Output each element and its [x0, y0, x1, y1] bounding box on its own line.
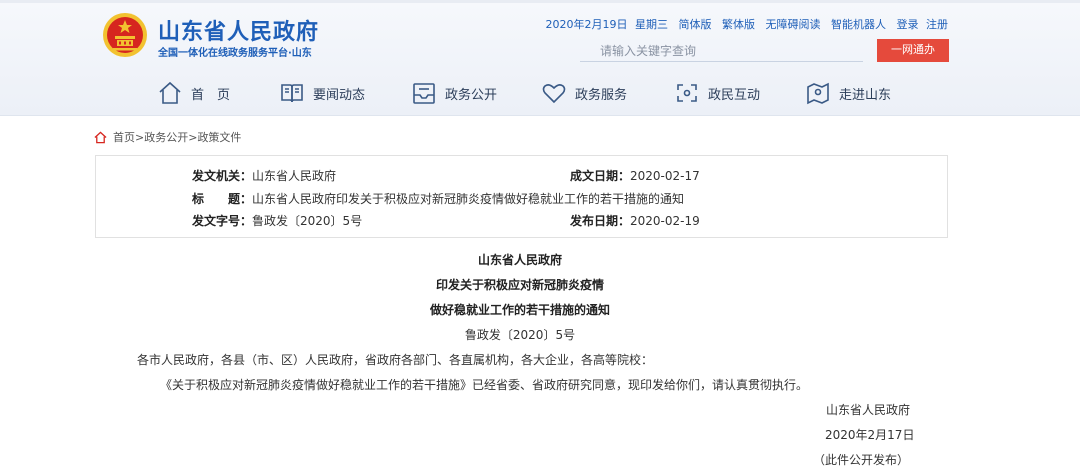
login-link[interactable]: 登录 — [897, 18, 919, 31]
date-made-value: 2020-02-17 — [630, 169, 700, 183]
home-icon — [94, 131, 107, 143]
nav-shandong-label: 走进山东 — [839, 87, 892, 103]
doc-number: 鲁政发〔2020〕5号 — [464, 328, 576, 342]
nav-gov-services-label: 政务服务 — [575, 87, 628, 103]
robot-link[interactable]: 智能机器人 — [831, 18, 886, 31]
issuer-value: 山东省人民政府 — [252, 169, 337, 183]
nav-news-label: 要闻动态 — [313, 87, 366, 103]
main-nav: 首 页 要闻动态 政务公开 政务服务 政民互动 走进山东 — [0, 76, 1080, 110]
issuer-row: 发文机关：山东省人民政府 — [192, 167, 336, 184]
top-links: 2020年2月19日 星期三 简体版 繁体版 无障碍阅读 智能机器人 登录 注册 — [542, 16, 949, 32]
site-title[interactable]: 山东省人民政府 — [158, 14, 319, 46]
title-value: 山东省人民政府印发关于积极应对新冠肺炎疫情做好稳就业工作的若干措施的通知 — [252, 192, 685, 206]
nav-gov-affairs[interactable]: 政务公开 — [411, 76, 497, 110]
accessibility-link[interactable]: 无障碍阅读 — [766, 18, 821, 31]
pub-date-label: 发布日期： — [570, 214, 631, 228]
interaction-icon — [677, 84, 697, 102]
inbox-icon — [413, 83, 435, 104]
nav-shandong[interactable]: 走进山东 — [805, 76, 891, 110]
simplified-link[interactable]: 简体版 — [679, 18, 712, 31]
heart-icon — [542, 84, 566, 104]
breadcrumb-home[interactable]: 首页 — [113, 129, 135, 145]
nav-home-label: 首 页 — [191, 87, 231, 103]
search-input[interactable] — [580, 40, 863, 62]
register-link[interactable]: 注册 — [926, 18, 948, 31]
nav-interaction-label: 政民互动 — [708, 87, 761, 103]
doc-heading-line1: 印发关于积极应对新冠肺炎疫情 — [435, 278, 604, 292]
pub-date-row: 发布日期：2020-02-19 — [570, 212, 700, 229]
nav-home[interactable]: 首 页 — [157, 76, 230, 110]
document-meta-box: 发文机关：山东省人民政府 成文日期：2020-02-17 标 题：山东省人民政府… — [95, 155, 948, 238]
nav-gov-affairs-label: 政务公开 — [445, 87, 498, 103]
national-emblem-icon — [103, 13, 147, 57]
doc-no-value: 鲁政发〔2020〕5号 — [252, 214, 363, 228]
nav-interaction[interactable]: 政民互动 — [674, 76, 760, 110]
doc-signature: 山东省人民政府 — [826, 403, 911, 417]
breadcrumb-policy-docs[interactable]: 政策文件 — [197, 129, 241, 145]
doc-heading-issuer: 山东省人民政府 — [477, 253, 562, 267]
doc-publish-note: （此件公开发布） — [813, 453, 910, 467]
doc-heading-line2: 做好稳就业工作的若干措施的通知 — [429, 303, 610, 317]
title-row: 标 题：山东省人民政府印发关于积极应对新冠肺炎疫情做好稳就业工作的若干措施的通知 — [192, 190, 684, 207]
nav-gov-services[interactable]: 政务服务 — [541, 76, 627, 110]
date-made-label: 成文日期： — [570, 169, 631, 183]
nav-news[interactable]: 要闻动态 — [279, 76, 365, 110]
breadcrumb-gov-affairs[interactable]: 政务公开 — [144, 129, 188, 145]
pub-date-value: 2020-02-19 — [630, 214, 700, 228]
map-pin-icon — [807, 82, 829, 105]
doc-recipients: 各市人民政府，各县（市、区）人民政府，省政府各部门、各直属机构，各大企业，各高等… — [137, 353, 654, 367]
site-subtitle: 全国一体化在线政务服务平台·山东 — [158, 48, 312, 59]
doc-no-row: 发文字号：鲁政发〔2020〕5号 — [192, 212, 362, 229]
doc-no-label: 发文字号： — [192, 214, 253, 228]
home-icon — [159, 81, 181, 104]
breadcrumb: 首页 > 政务公开 > 政策文件 — [94, 129, 241, 145]
issuer-label: 发文机关： — [192, 169, 253, 183]
one-stop-service-button[interactable]: 一网通办 — [877, 39, 949, 62]
current-date: 2020年2月19日 — [545, 18, 628, 31]
doc-body: 《关于积极应对新冠肺炎疫情做好稳就业工作的若干措施》已经省委、省政府研究同意，现… — [160, 378, 809, 392]
date-made-row: 成文日期：2020-02-17 — [570, 167, 700, 184]
doc-sign-date: 2020年2月17日 — [825, 428, 915, 442]
current-weekday: 星期三 — [635, 18, 668, 31]
title-label: 标 题： — [192, 192, 253, 206]
book-icon — [281, 84, 303, 103]
traditional-link[interactable]: 繁体版 — [722, 18, 755, 31]
